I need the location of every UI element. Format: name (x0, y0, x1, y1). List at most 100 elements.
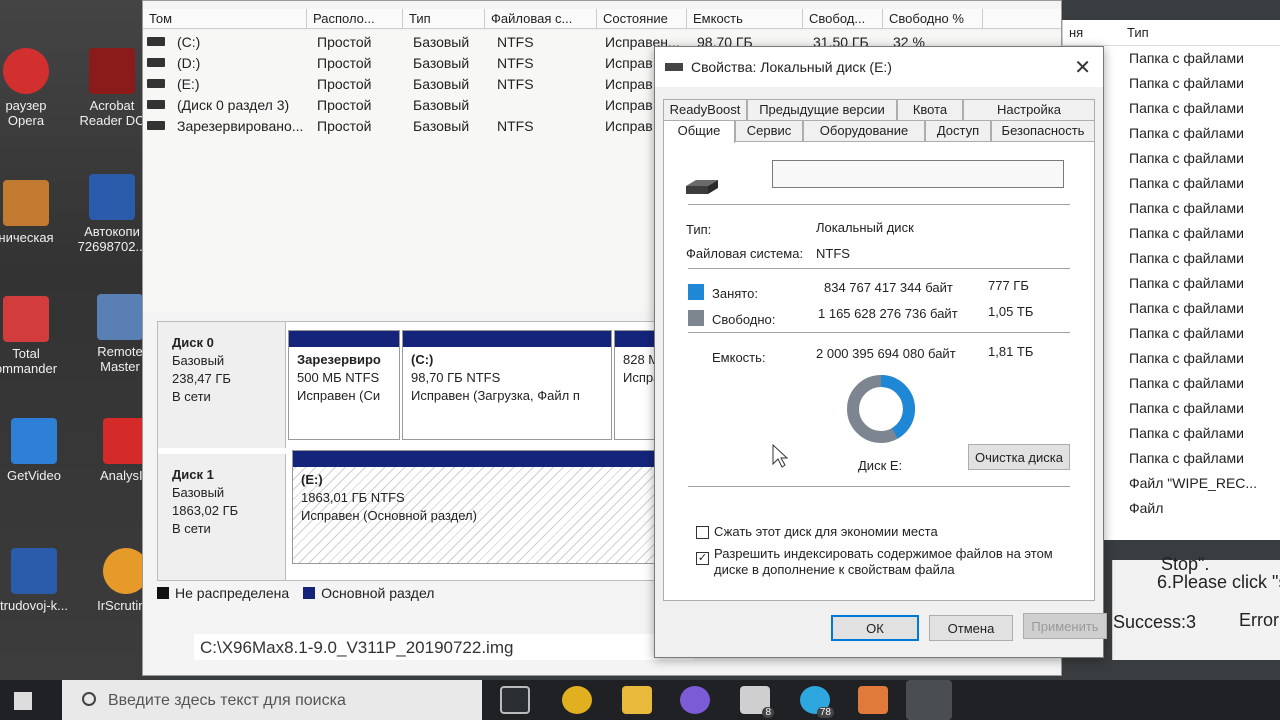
close-icon[interactable]: ✕ (1074, 55, 1091, 80)
console-line: 6.Please click "s (1157, 572, 1280, 592)
desktop-icon-label: Автокопи (84, 224, 140, 239)
desktop-icon-trudovoj[interactable]: trudovoj-k... (0, 548, 74, 613)
compress-label: Сжать этот диск для экономии места (714, 524, 938, 539)
telegram-icon[interactable]: 78 (800, 686, 834, 718)
chrome-icon[interactable] (562, 686, 592, 714)
apply-button[interactable]: Применить (1023, 613, 1107, 639)
cell: NTFS (497, 54, 534, 71)
tab-quota[interactable]: Квота (897, 99, 963, 121)
drive-icon (147, 121, 165, 130)
column-header[interactable]: Емкость (687, 9, 803, 28)
task-view-icon[interactable] (500, 686, 530, 714)
desktop-icon-word-doc[interactable]: Автокопи 72698702... (72, 174, 152, 254)
word-doc-icon (89, 174, 135, 220)
badge: 78 (816, 707, 834, 718)
tab-previous-versions[interactable]: Предыдущие версии (747, 99, 897, 121)
partition-size: 98,70 ГБ NTFS (411, 370, 501, 385)
disk-cleanup-button[interactable]: Очистка диска (968, 444, 1070, 470)
desktop-icon-file[interactable]: ническая (0, 180, 66, 245)
column-header[interactable]: Свободно % (883, 9, 983, 28)
column-header[interactable]: Свобод... (803, 9, 883, 28)
free-swatch (688, 310, 704, 326)
windows-start-icon[interactable] (14, 692, 32, 710)
image-path-text: C:\X96Max8.1-9.0_V311P_20190722.img (194, 634, 694, 660)
desktop-icon-total-commander[interactable]: Total ommander (0, 296, 66, 376)
used-swatch (688, 284, 704, 300)
search-icon (82, 692, 96, 706)
compress-checkbox[interactable] (696, 526, 709, 539)
partition-size: 1863,01 ГБ NTFS (301, 490, 405, 505)
console-output: Stop". 6.Please click "s Success:3 Error (1112, 554, 1280, 660)
desktop-icon-label: ommander (0, 361, 58, 376)
tab-hardware[interactable]: Оборудование (803, 120, 925, 142)
column-header[interactable]: Том (143, 9, 307, 28)
cell: Простой (317, 75, 372, 92)
legend: Не распределена Основной раздел (157, 585, 434, 601)
taskbar-search-box[interactable]: Введите здесь текст для поиска (62, 680, 482, 720)
partition-bar (289, 331, 399, 347)
disk-size: 238,47 ГБ (172, 371, 231, 386)
tab-tools[interactable]: Сервис (735, 120, 803, 142)
column-header[interactable]: Файловая с... (485, 9, 597, 28)
tab-sharing[interactable]: Доступ (925, 120, 991, 142)
disk-kind: Базовый (172, 485, 225, 500)
type-value: Локальный диск (816, 220, 914, 235)
divider (688, 204, 1070, 205)
cell: Базовый (413, 54, 470, 71)
volume-name-input[interactable] (772, 160, 1064, 188)
partition-reserved[interactable]: Зарезервиро 500 МБ NTFS Исправен (Си (288, 330, 400, 440)
cancel-button[interactable]: Отмена (929, 615, 1013, 641)
cell: NTFS (497, 75, 534, 92)
dialog-title-bar[interactable]: Свойства: Локальный диск (E:) (655, 47, 1103, 87)
tab-readyboost[interactable]: ReadyBoost (663, 99, 747, 121)
partition-label: Зарезервиро (297, 352, 381, 367)
free-bytes: 1 165 628 276 736 байт (818, 306, 958, 321)
mail-icon[interactable]: 8 (740, 686, 774, 718)
cell: (D:) (177, 54, 201, 71)
column-header[interactable]: Располо... (307, 9, 403, 28)
desktop-icon-opera[interactable]: раузер Opera (0, 48, 66, 128)
app-icon[interactable] (858, 686, 888, 714)
disk-icon[interactable] (906, 680, 952, 720)
drive-icon (147, 79, 165, 88)
desktop-icon-getvideo[interactable]: GetVideo (0, 418, 74, 483)
desktop-icon-label: GetVideo (7, 468, 61, 483)
column-header[interactable]: Тип (403, 9, 485, 28)
general-tab-panel: Тип: Локальный диск Файловая система: NT… (663, 141, 1095, 601)
explorer-icon[interactable] (622, 686, 652, 714)
file-icon (3, 180, 49, 226)
properties-dialog: Свойства: Локальный диск (E:) ✕ ReadyBoo… (654, 46, 1107, 658)
disk-name: Диск 1 (172, 467, 214, 482)
desktop-icon-label: trudovoj-k... (0, 598, 68, 613)
partition-e[interactable]: (E:) 1863,01 ГБ NTFS Исправен (Основной … (292, 450, 666, 564)
index-label-line-2: диске в дополнение к свойствам файла (714, 562, 955, 577)
partition-status: Исправен (Загрузка, Файл п (411, 388, 580, 403)
disk-kind: Базовый (172, 353, 225, 368)
taskbar: Введите здесь текст для поиска 8 78 (0, 680, 1280, 720)
ok-button[interactable]: ОК (831, 615, 919, 641)
disk-1-label[interactable]: Диск 1 Базовый 1863,02 ГБ В сети (158, 454, 286, 580)
viber-icon[interactable] (680, 686, 710, 714)
desktop: раузер Opera Acrobat Reader DC ническая … (0, 0, 160, 680)
dialog-title: Свойства: Локальный диск (E:) (691, 59, 892, 75)
acrobat-icon (89, 48, 135, 94)
desktop-icon-acrobat[interactable]: Acrobat Reader DC (72, 48, 152, 128)
disk-state: В сети (172, 389, 211, 404)
tab-general[interactable]: Общие (663, 120, 735, 143)
index-checkbox[interactable]: ✓ (696, 552, 709, 565)
tab-customize[interactable]: Настройка (963, 99, 1095, 121)
partition-label: (E:) (301, 472, 323, 487)
column-header[interactable]: ня (1063, 25, 1123, 40)
divider (688, 486, 1070, 487)
tab-security[interactable]: Безопасность (991, 120, 1095, 142)
search-placeholder: Введите здесь текст для поиска (108, 692, 346, 709)
desktop-icon-label: Acrobat (89, 98, 135, 113)
free-size: 1,05 ТБ (988, 304, 1034, 319)
column-header[interactable]: Состояние (597, 9, 687, 28)
column-header[interactable]: Тип (1123, 25, 1149, 40)
partition-label: (C:) (411, 352, 434, 367)
desktop-icon-label: Opera (7, 113, 45, 128)
partition-status: Исправен (Си (297, 388, 381, 403)
partition-c[interactable]: (C:) 98,70 ГБ NTFS Исправен (Загрузка, Ф… (402, 330, 612, 440)
disk-0-label[interactable]: Диск 0 Базовый 238,47 ГБ В сети (158, 322, 286, 448)
